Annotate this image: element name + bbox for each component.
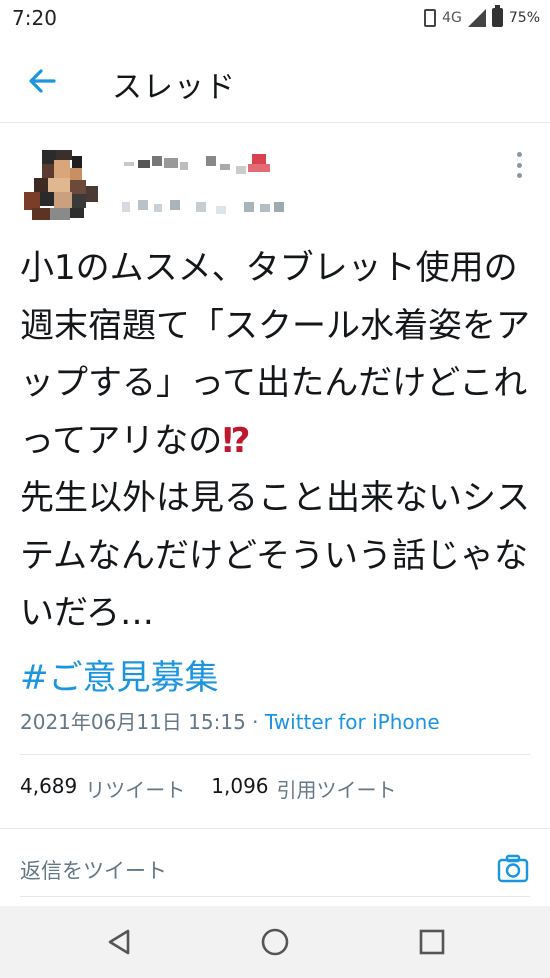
hashtag-link[interactable]: #ご意見募集 [20,650,219,699]
tweet-timestamp[interactable]: 2021年06月11日 15:15 [20,710,246,734]
tweet-meta: 2021年06月11日 15:15 · Twitter for iPhone [20,706,440,735]
app-header: スレッド [0,38,550,123]
triangle-back-icon [108,929,130,955]
nav-home-button[interactable] [259,926,291,958]
nav-back-button[interactable] [104,926,136,958]
tweet-line: いだろ… [20,593,154,633]
divider [20,754,530,755]
reply-bar: 返信をツイート [0,828,550,899]
status-time: 7:20 [12,6,57,30]
author-handle-redacted[interactable] [120,194,290,216]
more-dot-icon [516,152,522,157]
tweet-line: テムなんだけどそういう話じゃな [20,535,528,576]
page-title: スレッド [112,70,236,105]
more-options-button[interactable] [512,152,526,178]
signal-icon [467,8,486,27]
reply-input[interactable]: 返信をツイート [20,855,167,885]
redacted-name-image [124,154,270,174]
quotes-count[interactable]: 1,096 [211,774,268,803]
camera-icon [497,854,529,883]
tweet-client-link[interactable]: Twitter for iPhone [265,710,440,734]
network-type: 4G [442,9,462,26]
avatar-image [21,143,101,223]
status-icons: 4G 75% [424,5,540,27]
square-recents-icon [419,929,445,955]
sim-icon [424,8,437,27]
divider [20,896,530,897]
tweet-line: ップする」って出たんだけどこれ [20,363,528,403]
circle-home-icon [261,928,289,956]
more-dot-icon [516,162,522,168]
tweet-line-text: ってアリなの [20,420,223,461]
meta-separator: · [245,710,265,734]
status-bar: 7:20 4G 75% [0,0,550,38]
battery-icon [491,5,503,27]
battery-level: 75% [508,9,540,26]
tweet-line: 小1のムスメ、タブレット使用の [20,248,518,288]
tweet-line: 先生以外は見ること出来ないシス [20,478,530,518]
tweet-text: 小1のムスメ、タブレット使用の 週末宿題て「スクール水着姿をア ップする」って出たん… [20,240,535,643]
more-dot-icon [516,173,522,178]
avatar[interactable] [20,142,102,224]
tweet-line: 週末宿題て「スクール水着姿をア [20,305,530,346]
back-button[interactable] [26,64,60,98]
retweets-label[interactable]: リツイート [85,774,185,803]
tweet-stats: 4,689 リツイート 1,096 引用ツイート [20,774,397,803]
quotes-label[interactable]: 引用ツイート [277,774,397,803]
nav-recents-button[interactable] [416,926,448,958]
retweets-count[interactable]: 4,689 [20,774,77,803]
exclamation-question-icon: ⁉ [222,420,251,461]
system-nav-bar [0,906,550,978]
camera-button[interactable] [496,851,530,885]
author-name-redacted[interactable] [120,152,290,178]
arrow-left-icon [29,69,56,93]
redacted-handle-image [122,200,284,214]
tweet-line: ってアリなの⁉ [20,413,535,471]
